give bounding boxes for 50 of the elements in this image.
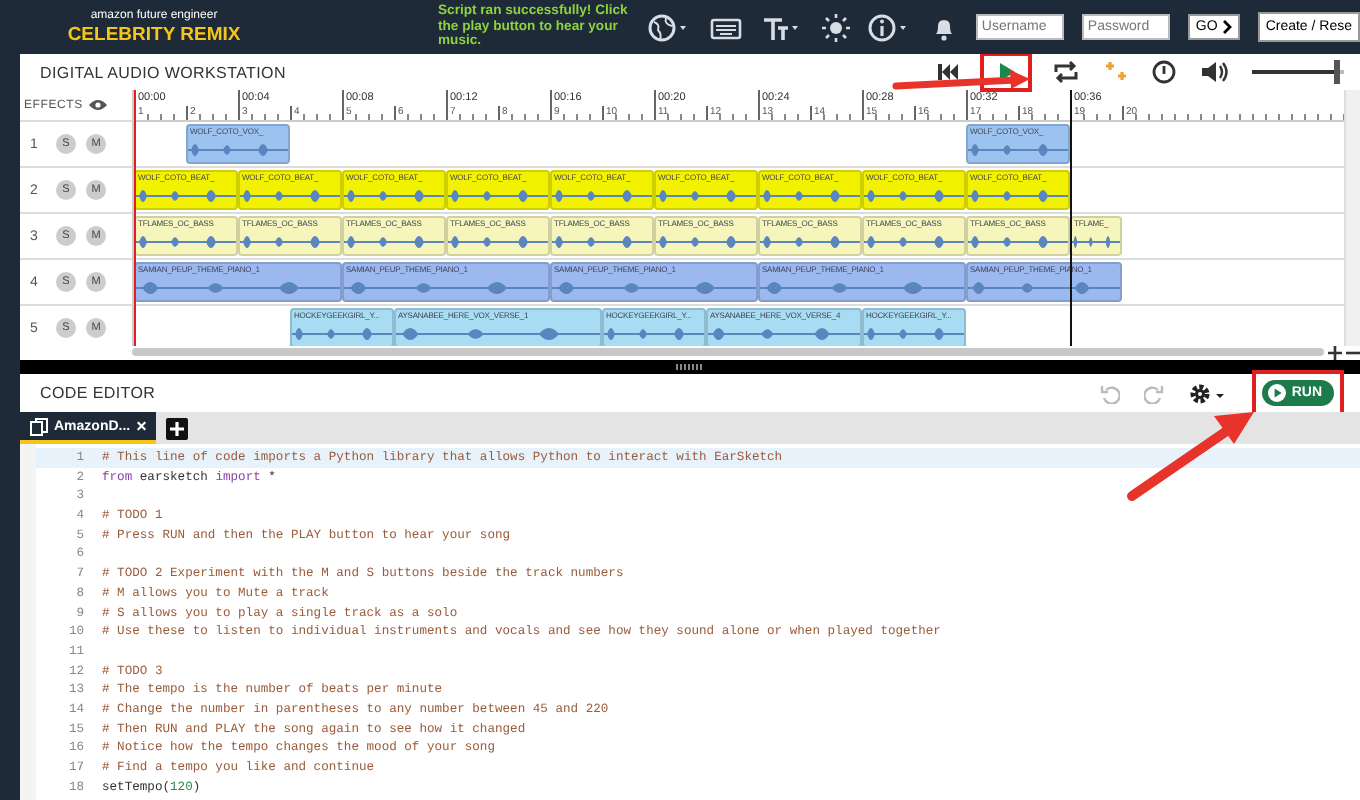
- annotation-arrow: [892, 70, 1030, 90]
- waveform-drawing: [136, 230, 236, 254]
- waveform-drawing: [136, 184, 236, 208]
- waveform-drawing: [188, 138, 288, 162]
- keyboard-icon[interactable]: [709, 15, 742, 39]
- sun-icon[interactable]: [821, 13, 850, 41]
- play-icon: [1267, 384, 1286, 402]
- info-icon[interactable]: [867, 13, 912, 41]
- globe-icon[interactable]: [647, 13, 692, 41]
- horizontal-scrollbar[interactable]: [132, 348, 1324, 356]
- waveform-drawing: [968, 184, 1068, 208]
- app-title: CELEBRITY REMIX: [67, 23, 241, 45]
- play-icon[interactable]: [984, 56, 1028, 88]
- settings-icon[interactable]: [1187, 381, 1228, 405]
- waveform-drawing: [552, 230, 652, 254]
- resize-grip[interactable]: [676, 364, 704, 370]
- close-button[interactable]: ×: [136, 416, 147, 436]
- eye-icon[interactable]: [88, 98, 109, 112]
- waveform-drawing: [240, 230, 340, 254]
- chevron-icon: [1221, 20, 1232, 34]
- waveform-drawing: [968, 230, 1068, 254]
- waveform-drawing: [604, 322, 704, 346]
- loop-icon[interactable]: [1052, 60, 1080, 84]
- waveform-drawing: [864, 230, 964, 254]
- waveform-drawing: [344, 184, 444, 208]
- font-size-icon[interactable]: [759, 13, 804, 41]
- waveform-drawing: [656, 184, 756, 208]
- panel-title: CODE EDITOR: [40, 384, 156, 402]
- waveform-drawing: [968, 138, 1068, 162]
- annotation-arrow: [1127, 412, 1254, 501]
- skip-back-icon[interactable]: [936, 62, 960, 82]
- waveform-drawing: [864, 322, 964, 346]
- panel-title: DIGITAL AUDIO WORKSTATION: [40, 63, 286, 81]
- waveform-drawing: [292, 322, 392, 346]
- waveform-drawing: [448, 184, 548, 208]
- dial-icon[interactable]: [1152, 60, 1176, 84]
- waveform-drawing: [1072, 230, 1120, 254]
- vertical-scrollbar[interactable]: [1344, 90, 1360, 346]
- speaker-icon[interactable]: [1200, 60, 1228, 84]
- add-tab-icon[interactable]: [166, 417, 189, 439]
- waveform-drawing: [760, 184, 860, 208]
- zoom-in-icon[interactable]: [1328, 345, 1342, 359]
- waveform-drawing: [344, 230, 444, 254]
- waveform-drawing: [760, 230, 860, 254]
- waveform-drawing: [552, 184, 652, 208]
- waveform-drawing: [864, 184, 964, 208]
- waveform-drawing: [656, 230, 756, 254]
- waveform-drawing: [240, 184, 340, 208]
- waveform-drawing: [448, 230, 548, 254]
- file-icon: [30, 417, 48, 435]
